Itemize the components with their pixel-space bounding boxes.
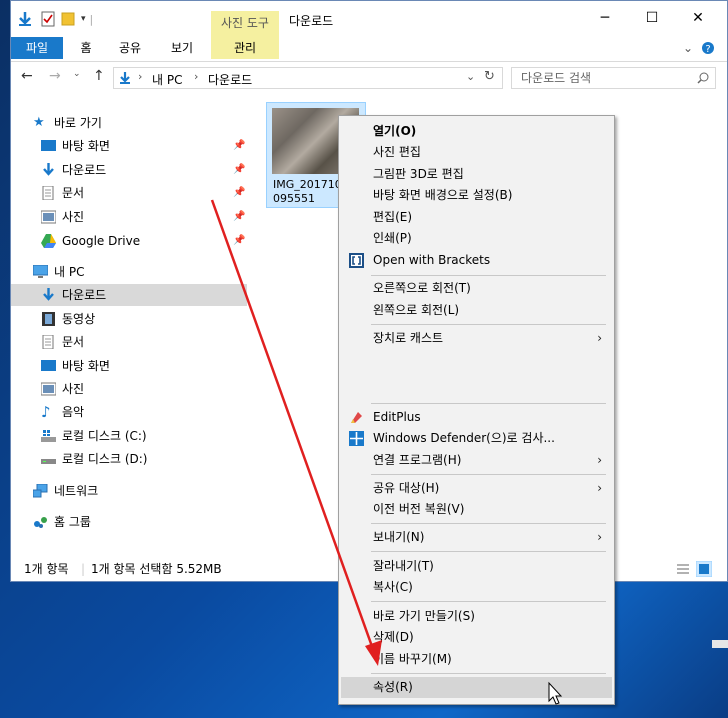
annotation-arrow-line (210, 199, 376, 653)
annotation-overlay (210, 199, 563, 705)
annotation-arrow-head (365, 640, 382, 666)
mouse-cursor-icon (548, 681, 563, 705)
